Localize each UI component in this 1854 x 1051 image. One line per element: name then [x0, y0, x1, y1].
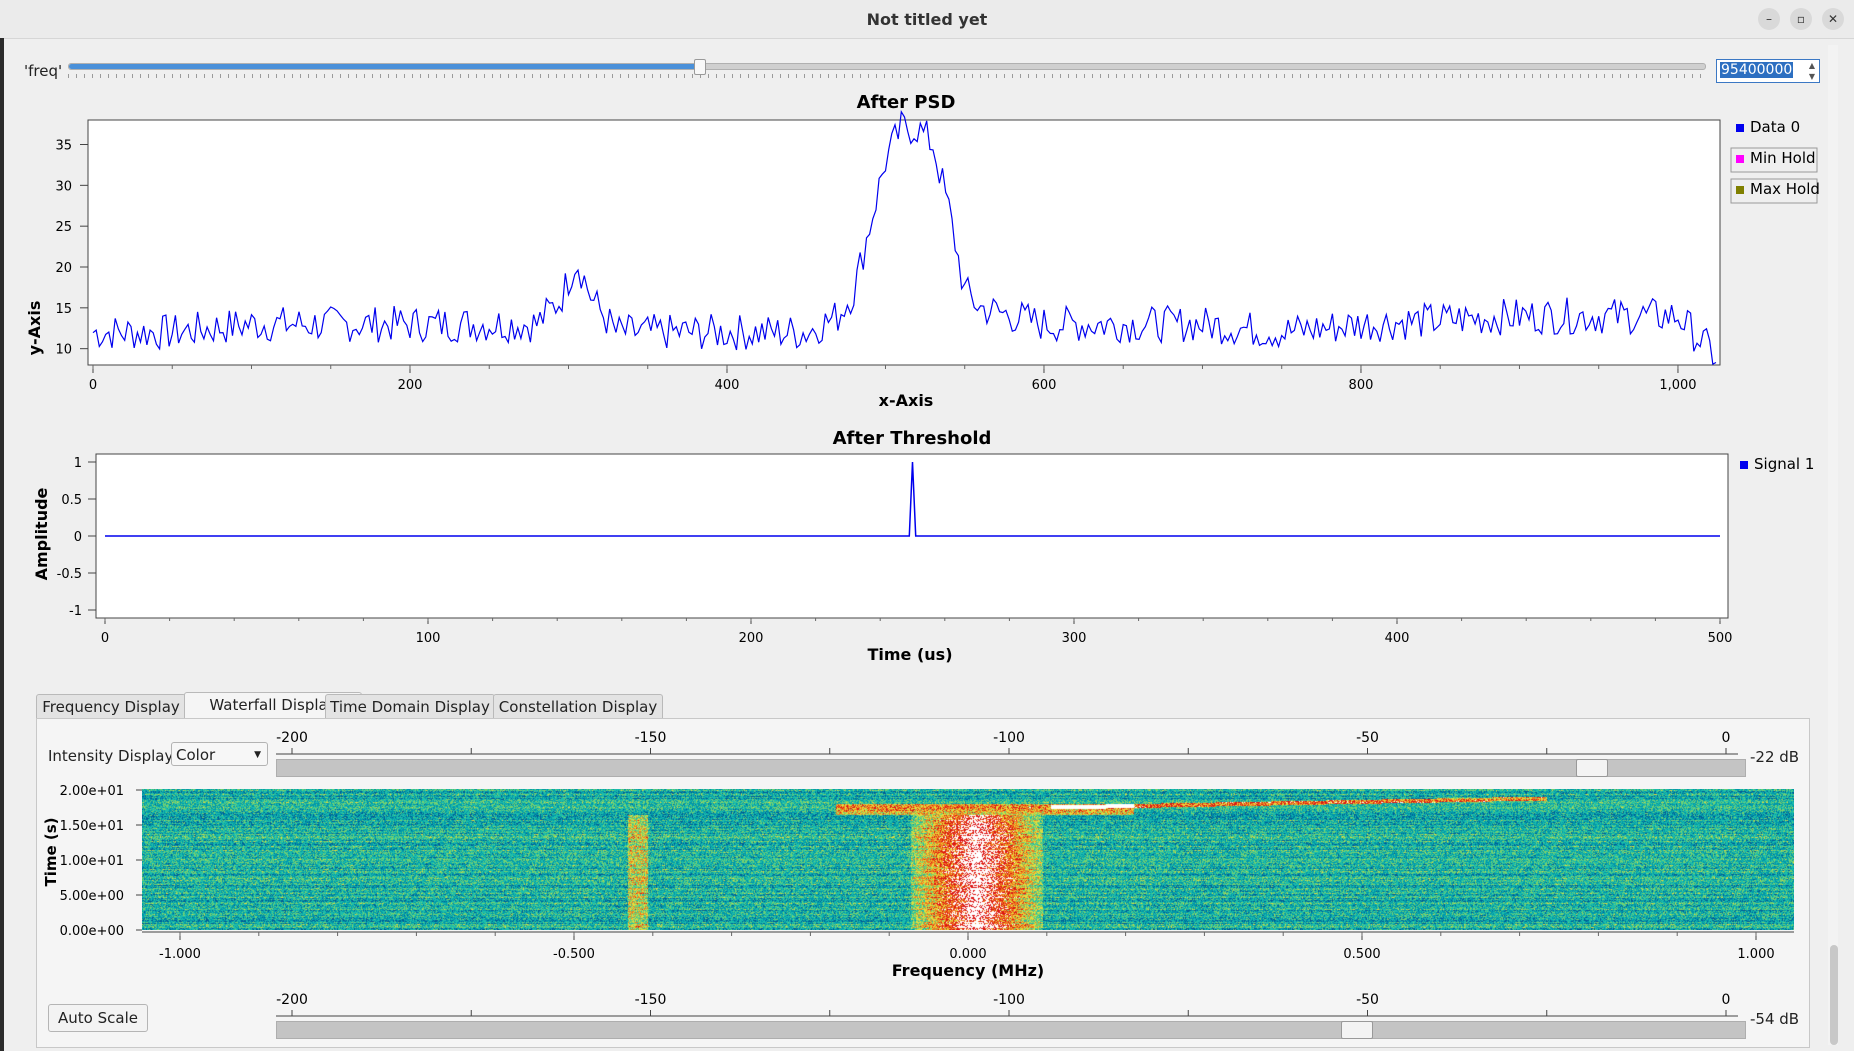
x-tick-label: 800 [1349, 378, 1374, 393]
psd-chart: After PSD x-Axis y-Axis 0 200 400 600 800 1,0… [25, 92, 1820, 410]
scrollbar-thumb[interactable] [1830, 945, 1838, 1045]
x-tick-label: -1.000 [159, 947, 201, 962]
threshold-xlabel: Time (us) [867, 645, 952, 664]
scale-tick-label: 0 [1722, 992, 1731, 1008]
scale-tick-label: -100 [993, 992, 1025, 1008]
tab-time-domain-display[interactable]: Time Domain Display [325, 694, 495, 719]
threshold-title: After Threshold [833, 428, 992, 449]
freq-slider[interactable] [68, 59, 1706, 75]
y-tick-label: 1 [74, 456, 82, 471]
bottom-intensity-slider-handle[interactable] [1341, 1021, 1374, 1039]
waterfall-xlabel: Frequency (MHz) [892, 961, 1044, 980]
y-tick-label: 35 [55, 139, 72, 154]
scale-tick-label: -100 [993, 730, 1025, 746]
x-tick-label: 0.500 [1343, 947, 1380, 962]
top-db-label: -22 dB [1750, 748, 1800, 766]
scale-tick-label: -50 [1356, 992, 1379, 1008]
y-tick-label: 2.00e+01 [60, 784, 124, 799]
close-icon[interactable]: ✕ [1822, 8, 1844, 30]
x-tick-label: 500 [1708, 631, 1733, 646]
y-tick-label: 1.50e+01 [60, 819, 124, 834]
tab-frequency-display[interactable]: Frequency Display [36, 694, 186, 719]
legend-swatch [1740, 461, 1748, 469]
y-tick-label: 15 [55, 302, 72, 317]
x-tick-label: 400 [1385, 631, 1410, 646]
x-tick-label: 1.000 [1737, 947, 1774, 962]
waterfall-ylabel: Time (s) [42, 817, 60, 886]
x-tick-label: 0 [89, 378, 97, 393]
legend-swatch [1736, 186, 1744, 194]
legend-label: Data 0 [1750, 118, 1800, 136]
psd-ylabel: y-Axis [25, 301, 44, 356]
psd-x-axis: 0 200 400 600 800 1,000 [89, 365, 1697, 393]
y-tick-label: 20 [55, 261, 72, 276]
legend-label: Max Hold [1750, 180, 1820, 198]
threshold-chart: After Threshold Time (us) Amplitude 0 100… [32, 428, 1814, 664]
y-tick-label: -1 [69, 604, 82, 619]
title-bar: Not titled yet – ▫ ✕ [0, 0, 1854, 39]
spin-arrows-icon[interactable]: ▲ ▼ [1805, 60, 1819, 82]
top-intensity-slider[interactable] [276, 759, 1746, 777]
freq-slider-handle[interactable] [693, 59, 706, 75]
freq-spinbox[interactable]: 95400000 ▲ ▼ [1716, 59, 1820, 83]
top-intensity-scale: -200 -150 -100 -50 0 [276, 730, 1738, 755]
x-tick-label: 0 [101, 631, 109, 646]
scale-tick-label: 0 [1722, 730, 1731, 746]
legend-item-min-hold[interactable]: Min Hold [1730, 147, 1818, 173]
waterfall-image [142, 789, 1794, 930]
x-tick-label: 400 [715, 378, 740, 393]
legend-item-data0[interactable]: Data 0 [1736, 118, 1800, 136]
psd-legend: Data 0 Min Hold Max Hold [1730, 118, 1820, 204]
psd-xlabel: x-Axis [879, 391, 934, 410]
freq-value[interactable]: 95400000 [1720, 62, 1794, 78]
x-tick-label: 1,000 [1659, 378, 1696, 393]
y-tick-label: 0.00e+00 [60, 924, 124, 939]
maximize-icon[interactable]: ▫ [1790, 8, 1812, 30]
x-tick-label: -0.500 [553, 947, 595, 962]
psd-y-axis: 10 15 20 25 30 35 [55, 139, 88, 358]
y-tick-label: 1.00e+01 [60, 854, 124, 869]
x-tick-label: 200 [739, 631, 764, 646]
y-tick-label: 25 [55, 220, 72, 235]
freq-slider-fill [69, 64, 699, 69]
bottom-db-label: -54 dB [1750, 1010, 1800, 1028]
legend-swatch [1736, 124, 1744, 132]
tab-constellation-display[interactable]: Constellation Display [493, 694, 663, 719]
waterfall-plot [142, 789, 1794, 930]
scale-tick-label: -200 [276, 992, 308, 1008]
top-intensity-slider-handle[interactable] [1576, 759, 1609, 777]
scale-tick-label: -150 [635, 730, 667, 746]
y-tick-label: 0 [74, 530, 82, 545]
minimize-icon[interactable]: – [1758, 8, 1780, 30]
psd-plot-area [87, 119, 1721, 366]
freq-slider-ticks [68, 74, 1704, 78]
y-tick-label: -0.5 [57, 567, 82, 582]
y-tick-label: 0.5 [61, 493, 82, 508]
x-tick-label: 600 [1032, 378, 1057, 393]
legend-label: Min Hold [1750, 149, 1816, 167]
window-title: Not titled yet [866, 10, 988, 29]
y-tick-label: 5.00e+00 [60, 889, 124, 904]
freq-label: 'freq' [24, 62, 63, 80]
scale-tick-label: -50 [1356, 730, 1379, 746]
x-tick-label: 200 [398, 378, 423, 393]
y-tick-label: 10 [55, 343, 72, 358]
x-tick-label: 0.000 [949, 947, 986, 962]
legend-item-max-hold[interactable]: Max Hold [1730, 178, 1820, 204]
psd-title: After PSD [857, 92, 956, 113]
scale-tick-label: -150 [635, 992, 667, 1008]
threshold-y-axis: 1 0.5 0 -0.5 -1 [57, 456, 96, 619]
x-tick-label: 100 [416, 631, 441, 646]
legend-label: Signal 1 [1754, 455, 1814, 473]
bottom-intensity-scale: -200 -150 -100 -50 0 [276, 992, 1738, 1017]
bottom-intensity-slider[interactable] [276, 1021, 1746, 1039]
threshold-ylabel: Amplitude [32, 487, 51, 580]
threshold-x-axis: 0 100 200 300 400 500 [101, 618, 1733, 646]
legend-item-signal1[interactable]: Signal 1 [1740, 455, 1814, 473]
scrollbar[interactable] [1828, 45, 1838, 1045]
x-tick-label: 300 [1062, 631, 1087, 646]
legend-swatch [1736, 155, 1744, 163]
scale-tick-label: -200 [276, 730, 308, 746]
y-tick-label: 30 [55, 179, 72, 194]
